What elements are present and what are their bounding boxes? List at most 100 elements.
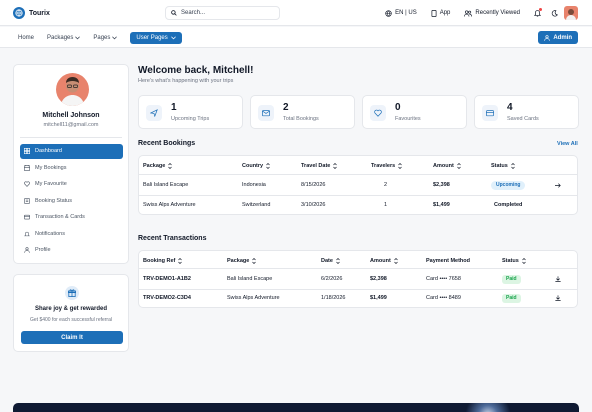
welcome-subtitle: Here's what's happening with your trips bbox=[138, 78, 234, 84]
chevron-down-icon bbox=[112, 35, 118, 39]
gift-icon bbox=[65, 286, 79, 300]
search-input[interactable]: Search... bbox=[165, 6, 280, 20]
nav-home[interactable]: Home bbox=[18, 35, 34, 41]
globe-icon bbox=[385, 9, 392, 17]
language-selector[interactable]: EN | US bbox=[385, 9, 417, 17]
sidebar-item-booking-status[interactable]: Booking Status bbox=[20, 194, 123, 209]
theme-toggle[interactable] bbox=[551, 9, 558, 17]
stat-label: Total Bookings bbox=[283, 116, 319, 122]
stat-value: 0 bbox=[395, 102, 401, 113]
sidebar-item-label: Transaction & Cards bbox=[35, 214, 85, 221]
referral-card: Share joy & get rewarded Get $400 for ea… bbox=[13, 274, 129, 352]
globe-icon bbox=[13, 7, 25, 19]
column-header-package[interactable]: Package bbox=[143, 156, 173, 175]
cell-travel-date: 8/15/2026 bbox=[301, 182, 326, 188]
stat-value: 4 bbox=[507, 102, 513, 113]
cell-travelers: 1 bbox=[384, 202, 388, 208]
stat-card-saved-cards: 4 Saved Cards bbox=[474, 95, 579, 129]
cell-amount: $1,499 bbox=[433, 202, 450, 208]
header-label: Status bbox=[491, 162, 508, 169]
header-label: Travel Date bbox=[301, 162, 331, 169]
brand-logo[interactable]: Tourix bbox=[13, 7, 50, 19]
cell-date: 6/2/2026 bbox=[321, 276, 343, 282]
sort-icon bbox=[522, 257, 526, 264]
sidebar-item-label: Booking Status bbox=[35, 197, 72, 204]
cell-travel-date: 3/10/2026 bbox=[301, 202, 326, 208]
column-header-status[interactable]: Status bbox=[491, 156, 515, 175]
arrow-right-icon bbox=[555, 182, 561, 188]
nav-packages[interactable]: Packages bbox=[47, 35, 81, 41]
referral-subtitle: Get $400 for each successful referral bbox=[30, 317, 112, 323]
sort-icon bbox=[178, 257, 183, 264]
stat-card-total-bookings: 2 Total Bookings bbox=[250, 95, 355, 129]
stat-value: 2 bbox=[283, 102, 289, 113]
search-placeholder: Search... bbox=[181, 10, 206, 16]
header-label: Booking Ref bbox=[143, 257, 176, 264]
notification-button[interactable] bbox=[534, 8, 542, 17]
user-avatar[interactable] bbox=[564, 6, 578, 20]
sort-icon bbox=[394, 257, 398, 264]
column-header-travelers[interactable]: Travelers bbox=[371, 156, 402, 175]
heart-icon bbox=[24, 181, 30, 188]
footer-hero-image bbox=[13, 403, 579, 412]
sort-icon bbox=[252, 257, 257, 264]
sidebar-item-notifications[interactable]: Notifications bbox=[20, 227, 123, 242]
cell-status: Paid bbox=[502, 288, 521, 308]
cell-status: Upcoming bbox=[491, 175, 526, 195]
stat-card-favourites: 0 Favourites bbox=[362, 95, 467, 129]
sidebar-item-label: Dashboard bbox=[35, 148, 62, 155]
sidebar-item-transaction-cards[interactable]: Transaction & Cards bbox=[20, 210, 123, 225]
recently-viewed-link[interactable]: Recently Viewed bbox=[464, 10, 520, 17]
header-label: Package bbox=[143, 162, 166, 169]
hero-glow bbox=[458, 403, 518, 412]
view-all-link[interactable]: View All bbox=[557, 141, 578, 147]
claim-button[interactable]: Claim It bbox=[21, 331, 123, 344]
cell-package: Bali Island Escape bbox=[143, 182, 189, 188]
sidebar-item-my-bookings[interactable]: My Bookings bbox=[20, 161, 123, 176]
stat-card-upcoming-trips: 1 Upcoming Trips bbox=[138, 95, 243, 129]
column-header-travel-date[interactable]: Travel Date bbox=[301, 156, 338, 175]
header-label: Status bbox=[502, 257, 519, 264]
sidebar-item-label: Notifications bbox=[35, 230, 65, 237]
language-label: EN | US bbox=[395, 10, 417, 16]
cell-amount: $1,499 bbox=[370, 295, 387, 301]
welcome-title: Welcome back, Mitchell! bbox=[138, 65, 254, 76]
profile-name: Mitchell Johnson bbox=[42, 112, 100, 119]
header-label: Payment Method bbox=[426, 257, 471, 264]
nav-home-label: Home bbox=[18, 34, 35, 41]
phone-icon bbox=[431, 9, 437, 17]
brand-name: Tourix bbox=[29, 9, 50, 17]
column-header-country[interactable]: Country bbox=[242, 156, 270, 175]
bookings-icon bbox=[24, 164, 30, 171]
sort-icon bbox=[457, 162, 461, 169]
search-icon bbox=[171, 10, 177, 16]
cell-amount: $2,398 bbox=[433, 182, 450, 188]
mail-icon bbox=[258, 105, 274, 121]
recent-bookings-title: Recent Bookings bbox=[138, 140, 196, 147]
dashboard-icon bbox=[24, 148, 30, 155]
notification-dot bbox=[539, 8, 542, 11]
download-button[interactable] bbox=[555, 269, 561, 289]
stat-label: Favourites bbox=[395, 116, 421, 122]
nav-pages[interactable]: Pages bbox=[93, 34, 118, 41]
nav-user-pages[interactable]: User Pages bbox=[130, 31, 182, 44]
nav-pages-label: Pages bbox=[93, 34, 111, 41]
stat-label: Upcoming Trips bbox=[171, 116, 210, 122]
admin-button[interactable]: Admin bbox=[538, 31, 578, 44]
cell-travelers: 2 bbox=[384, 182, 388, 188]
app-link[interactable]: App bbox=[431, 9, 451, 17]
stat-value: 1 bbox=[171, 102, 177, 113]
users-icon bbox=[464, 10, 473, 17]
cell-country: Switzerland bbox=[242, 202, 271, 208]
sidebar-item-my-favourite[interactable]: My Favourite bbox=[20, 177, 123, 192]
profile-menu: Dashboard My Bookings My Favourite Booki… bbox=[20, 144, 123, 260]
column-header-amount[interactable]: Amount bbox=[433, 156, 461, 175]
sidebar-item-dashboard[interactable]: Dashboard bbox=[20, 144, 123, 159]
row-open-button[interactable] bbox=[555, 175, 561, 195]
profile-avatar bbox=[56, 73, 89, 106]
app-label: App bbox=[439, 10, 451, 16]
sidebar-item-profile[interactable]: Profile bbox=[20, 243, 123, 258]
cell-status: Completed bbox=[494, 195, 522, 215]
download-button[interactable] bbox=[555, 288, 561, 308]
profile-email: mitchell11@gmail.com bbox=[43, 122, 99, 128]
